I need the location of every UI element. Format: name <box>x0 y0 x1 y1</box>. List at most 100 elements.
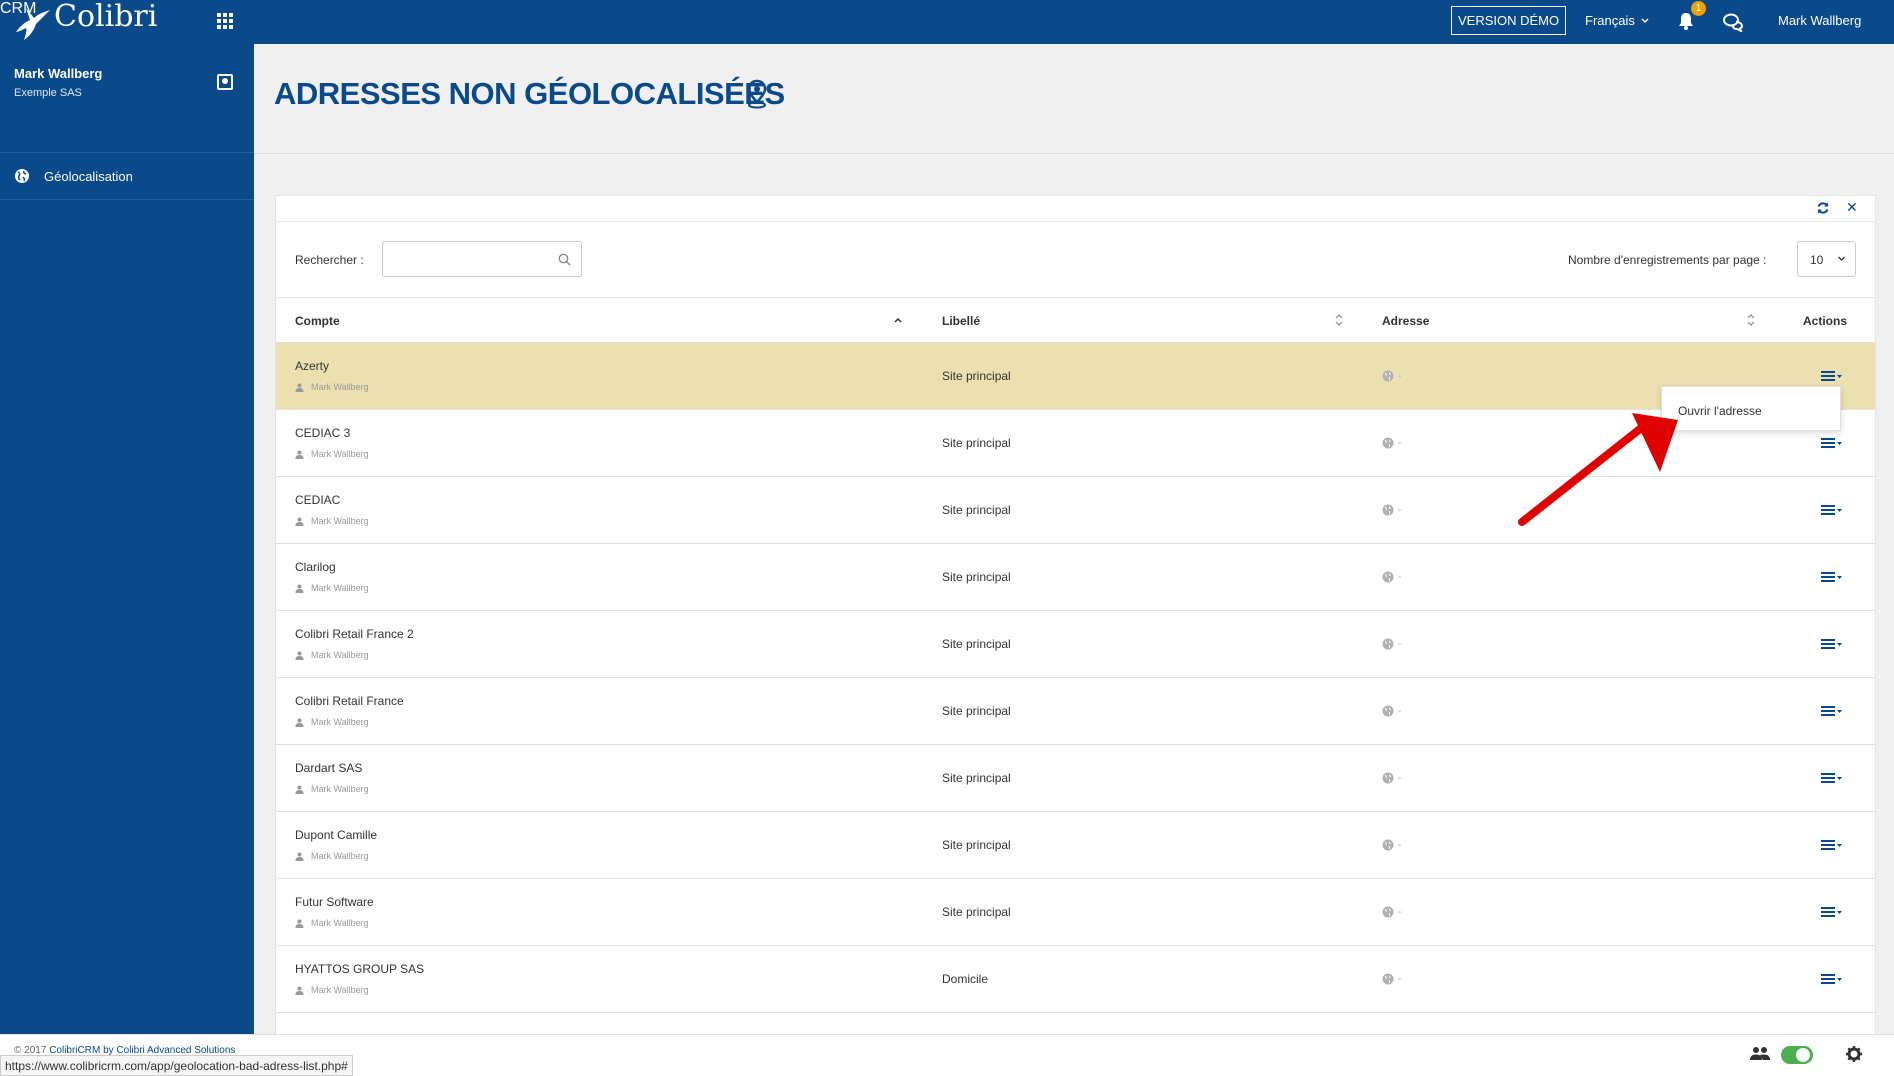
account-link[interactable]: Dupont Camille <box>295 828 377 842</box>
actions-menu-icon[interactable] <box>1821 839 1843 851</box>
address-value: - <box>1398 638 1402 650</box>
apps-grid-icon[interactable] <box>217 13 233 29</box>
address-value: - <box>1398 370 1402 382</box>
owner-name: Mark Wallberg <box>311 382 369 392</box>
sidebar-divider <box>0 199 254 200</box>
account-link[interactable]: CEDIAC 3 <box>295 426 350 440</box>
sort-icon[interactable] <box>1746 313 1756 327</box>
sort-icon[interactable] <box>1334 313 1344 327</box>
row-label: Site principal <box>942 436 1011 450</box>
row-owner: Mark Wallberg <box>295 851 369 861</box>
globe-icon <box>1382 906 1394 918</box>
row-address: - <box>1382 772 1401 784</box>
row-owner: Mark Wallberg <box>295 449 369 459</box>
table-row[interactable]: Dupont Camille Mark Wallberg Site princi… <box>276 812 1875 879</box>
row-label: Site principal <box>942 838 1011 852</box>
users-icon[interactable] <box>1749 1046 1771 1062</box>
perpage-label: Nombre d'enregistrements par page : <box>1568 253 1767 267</box>
row-owner: Mark Wallberg <box>295 650 369 660</box>
actions-menu-icon[interactable] <box>1821 638 1843 650</box>
address-value: - <box>1398 504 1402 516</box>
column-header-address[interactable]: Adresse <box>1382 314 1429 328</box>
account-link[interactable]: Colibri Retail France 2 <box>295 627 414 641</box>
header-divider <box>254 153 1894 154</box>
address-value: - <box>1398 437 1402 449</box>
actions-menu-icon[interactable] <box>1821 973 1843 985</box>
person-icon <box>295 450 304 459</box>
perpage-select[interactable]: 10 <box>1797 241 1856 277</box>
row-owner: Mark Wallberg <box>295 516 369 526</box>
search-box[interactable] <box>382 241 582 277</box>
language-label: Français <box>1585 13 1635 28</box>
owner-name: Mark Wallberg <box>311 918 369 928</box>
column-header-actions: Actions <box>1803 314 1848 328</box>
owner-name: Mark Wallberg <box>311 784 369 794</box>
logo[interactable]: Colibri <box>12 0 157 44</box>
person-icon <box>295 383 304 392</box>
chevron-down-icon <box>1641 18 1650 24</box>
actions-menu-icon[interactable] <box>1821 504 1843 516</box>
globe-icon <box>1382 839 1394 851</box>
globe-icon <box>1382 705 1394 717</box>
chevron-down-icon <box>1838 256 1845 261</box>
panel-toolbar: ✕ <box>276 196 1875 222</box>
search-input[interactable] <box>391 242 551 276</box>
sidebar-user: Mark Wallberg Exemple SAS <box>14 66 102 99</box>
person-icon <box>295 718 304 727</box>
close-icon[interactable]: ✕ <box>1846 200 1858 214</box>
row-label: Site principal <box>942 369 1011 383</box>
status-toggle[interactable] <box>1781 1046 1813 1064</box>
actions-menu-icon[interactable] <box>1821 705 1843 717</box>
actions-menu-icon[interactable] <box>1821 906 1843 918</box>
person-icon <box>295 986 304 995</box>
contact-card-icon[interactable] <box>217 74 233 90</box>
map-pin-icon <box>747 79 767 109</box>
row-address: - <box>1382 571 1401 583</box>
owner-name: Mark Wallberg <box>311 583 369 593</box>
actions-menu-icon[interactable] <box>1821 772 1843 784</box>
account-link[interactable]: Azerty <box>295 359 329 373</box>
column-header-label[interactable]: Libellé <box>942 314 980 328</box>
table-row[interactable]: Colibri Retail France 2 Mark Wallberg Si… <box>276 611 1875 678</box>
account-link[interactable]: CEDIAC <box>295 493 340 507</box>
user-menu[interactable]: Mark Wallberg <box>1778 13 1861 28</box>
sidebar: Mark Wallberg Exemple SAS Géolocalisatio… <box>0 44 254 1034</box>
demo-version-button[interactable]: VERSION DÉMO <box>1451 6 1567 35</box>
table-row[interactable]: HYATTOS GROUP SAS Mark Wallberg Domicile… <box>276 946 1875 1013</box>
refresh-icon[interactable] <box>1816 201 1830 215</box>
sidebar-item-geolocalisation[interactable]: Géolocalisation <box>0 153 254 199</box>
actions-menu-icon[interactable] <box>1821 370 1843 382</box>
column-header-account[interactable]: Compte <box>295 314 340 328</box>
account-link[interactable]: Clarilog <box>295 560 336 574</box>
account-link[interactable]: Futur Software <box>295 895 374 909</box>
address-value: - <box>1398 705 1402 717</box>
globe-icon <box>1382 571 1394 583</box>
table-row[interactable]: Colibri Retail France Mark Wallberg Site… <box>276 678 1875 745</box>
actions-menu-icon[interactable] <box>1821 571 1843 583</box>
table-row[interactable]: Dardart SAS Mark Wallberg Site principal… <box>276 745 1875 812</box>
actions-menu-icon[interactable] <box>1821 437 1843 449</box>
page-title: ADRESSES NON GÉOLOCALISÉES <box>274 76 785 111</box>
owner-name: Mark Wallberg <box>311 449 369 459</box>
person-icon <box>295 651 304 660</box>
chat-icon[interactable] <box>1722 12 1744 32</box>
row-address: - <box>1382 504 1401 516</box>
status-url: https://www.colibricrm.com/app/geolocati… <box>0 1055 353 1076</box>
address-value: - <box>1398 906 1402 918</box>
account-link[interactable]: HYATTOS GROUP SAS <box>295 962 424 976</box>
gear-icon[interactable] <box>1845 1045 1863 1063</box>
account-link[interactable]: Colibri Retail France <box>295 694 404 708</box>
row-owner: Mark Wallberg <box>295 784 369 794</box>
language-selector[interactable]: Français <box>1585 13 1650 28</box>
hummingbird-icon <box>16 8 50 40</box>
row-address: - <box>1382 638 1401 650</box>
sort-asc-icon[interactable] <box>893 313 903 327</box>
row-address: - <box>1382 906 1401 918</box>
account-link[interactable]: Dardart SAS <box>295 761 362 775</box>
table-row[interactable]: Futur Software Mark Wallberg Site princi… <box>276 879 1875 946</box>
table-row[interactable]: Clarilog Mark Wallberg Site principal - <box>276 544 1875 611</box>
sidebar-company: Exemple SAS <box>14 87 82 99</box>
row-address: - <box>1382 705 1401 717</box>
person-icon <box>295 584 304 593</box>
row-label: Site principal <box>942 704 1011 718</box>
